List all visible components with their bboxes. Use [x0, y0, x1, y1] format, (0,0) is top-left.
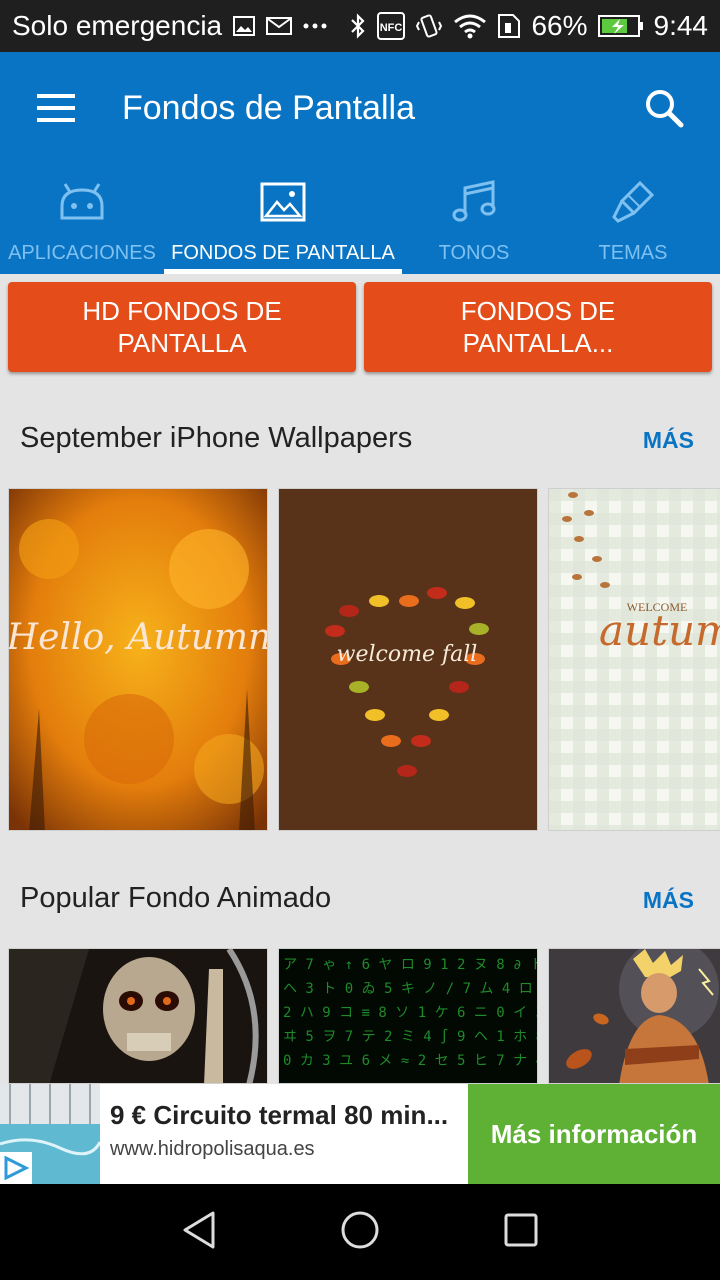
nfc-icon: NFC	[377, 12, 406, 40]
search-button[interactable]	[608, 52, 720, 164]
thumbnail-caption: autumn	[599, 606, 720, 655]
paint-brush-icon	[610, 178, 656, 226]
svg-text:2 ハ 9 コ ≡ 8 ソ 1 ケ 6 ニ 0 イ 3: 2 ハ 9 コ ≡ 8 ソ 1 ケ 6 ニ 0 イ 3	[283, 1005, 538, 1021]
tab-bar: APLICACIONES FONDOS DE PANTALLA TONOS TE…	[0, 164, 720, 274]
thumbnail-caption: Hello, Autumn	[9, 617, 268, 658]
app-bar: Fondos de Pantalla APLICACIONES FONDOS D…	[0, 52, 720, 274]
status-bar: Solo emergencia NFC 66% 9:44	[0, 0, 720, 52]
ad-cta-button[interactable]: Más información	[468, 1084, 720, 1184]
app-title: Fondos de Pantalla	[122, 88, 415, 127]
thumbnail-caption: welcome fall	[337, 642, 478, 667]
section-title: Popular Fondo Animado	[20, 882, 332, 914]
wallpaper-thumbnail[interactable]: Hello, Autumn	[8, 488, 268, 831]
skull-image	[9, 949, 267, 1083]
svg-text:0 カ 3 ユ 6 メ ≈ 2 セ 5 ヒ 7 ナ 4: 0 カ 3 ユ 6 メ ≈ 2 セ 5 ヒ 7 ナ 4	[283, 1053, 538, 1069]
tab-fondos-de-pantalla[interactable]: FONDOS DE PANTALLA	[164, 164, 402, 274]
category-buttons: HD FONDOS DE PANTALLA FONDOS DE PANTALLA…	[0, 274, 720, 384]
tab-label: TONOS	[438, 242, 510, 264]
svg-text:ア 7 ゃ ↑ 6 ヤ ロ 9 1 2 ヌ 8 ∂ ト: ア 7 ゃ ↑ 6 ヤ ロ 9 1 2 ヌ 8 ∂ ト	[283, 957, 538, 973]
more-dots-icon	[302, 22, 328, 30]
tab-aplicaciones[interactable]: APLICACIONES	[0, 164, 164, 274]
wallpaper-thumbnail[interactable]: welcome fall	[278, 488, 538, 831]
menu-button[interactable]	[0, 52, 112, 164]
svg-text:NFC: NFC	[380, 22, 403, 34]
recents-icon[interactable]	[503, 1212, 539, 1253]
wallpaper-thumbnail[interactable]	[548, 948, 720, 1084]
more-button[interactable]: MÁS	[643, 427, 694, 454]
search-icon	[646, 90, 684, 128]
android-icon	[58, 178, 106, 226]
wifi-icon	[453, 13, 487, 39]
svg-text:ヘ 3 ト 0 ゐ 5 キ ノ / 7 ム 4 ロ ±: ヘ 3 ト 0 ゐ 5 キ ノ / 7 ム 4 ロ ±	[283, 981, 538, 997]
hamburger-menu-icon	[37, 94, 75, 122]
autumn-trees-image: Hello, Autumn	[9, 489, 268, 830]
vibrate-icon	[415, 12, 443, 40]
mail-icon	[266, 16, 293, 36]
sim-icon	[497, 13, 521, 39]
ad-title: 9 € Circuito termal 80 min...	[110, 1100, 449, 1130]
hd-wallpapers-button[interactable]: HD FONDOS DE PANTALLA	[8, 282, 356, 372]
tab-label: FONDOS DE PANTALLA	[171, 242, 395, 264]
battery-icon	[597, 14, 644, 38]
music-note-icon	[451, 178, 497, 226]
home-icon[interactable]	[340, 1210, 380, 1255]
matrix-code-image: ア 7 ゃ ↑ 6 ヤ ロ 9 1 2 ヌ 8 ∂ ト ヘ 3 ト 0 ゐ 5 …	[279, 949, 538, 1083]
image-frame-icon	[260, 178, 306, 226]
tab-label: TEMAS	[598, 242, 668, 264]
battery-percent: 66%	[531, 10, 588, 41]
ad-url: www.hidropolisaqua.es	[110, 1138, 315, 1160]
image-icon	[232, 14, 256, 38]
wallpaper-thumbnail[interactable]: ア 7 ゃ ↑ 6 ヤ ロ 9 1 2 ヌ 8 ∂ ト ヘ 3 ト 0 ゐ 5 …	[278, 948, 538, 1084]
system-nav-bar	[0, 1184, 720, 1280]
wallpaper-thumbnail[interactable]: WELCOME autumn	[548, 488, 720, 831]
wallpaper-thumbnail[interactable]	[8, 948, 268, 1084]
tab-temas[interactable]: TEMAS	[546, 164, 720, 274]
section-title: September iPhone Wallpapers	[20, 422, 413, 454]
bluetooth-icon	[349, 12, 367, 40]
spa-pool-image	[0, 1084, 100, 1184]
warrior-image	[549, 949, 720, 1083]
leaf-heart-image: welcome fall	[279, 489, 537, 830]
svg-text:ヰ 5 ヲ 7 テ 2 ミ 4 ∫ 9 ヘ 1 ホ 8: ヰ 5 ヲ 7 テ 2 ミ 4 ∫ 9 ヘ 1 ホ 8	[283, 1028, 538, 1045]
gingham-autumn-image: WELCOME autumn	[549, 489, 720, 830]
ad-banner[interactable]: 9 € Circuito termal 80 min... www.hidrop…	[0, 1084, 720, 1184]
wallpapers-more-button[interactable]: FONDOS DE PANTALLA...	[364, 282, 712, 372]
ad-thumbnail	[0, 1084, 100, 1184]
clock: 9:44	[653, 10, 709, 41]
back-icon[interactable]	[181, 1210, 217, 1255]
carrier-text: Solo emergencia	[12, 10, 223, 41]
app-screen: Solo emergencia NFC 66% 9:44 Fondos de P…	[0, 0, 720, 1280]
tab-label: APLICACIONES	[8, 242, 156, 264]
tab-tonos[interactable]: TONOS	[402, 164, 546, 274]
more-button[interactable]: MÁS	[643, 887, 694, 914]
